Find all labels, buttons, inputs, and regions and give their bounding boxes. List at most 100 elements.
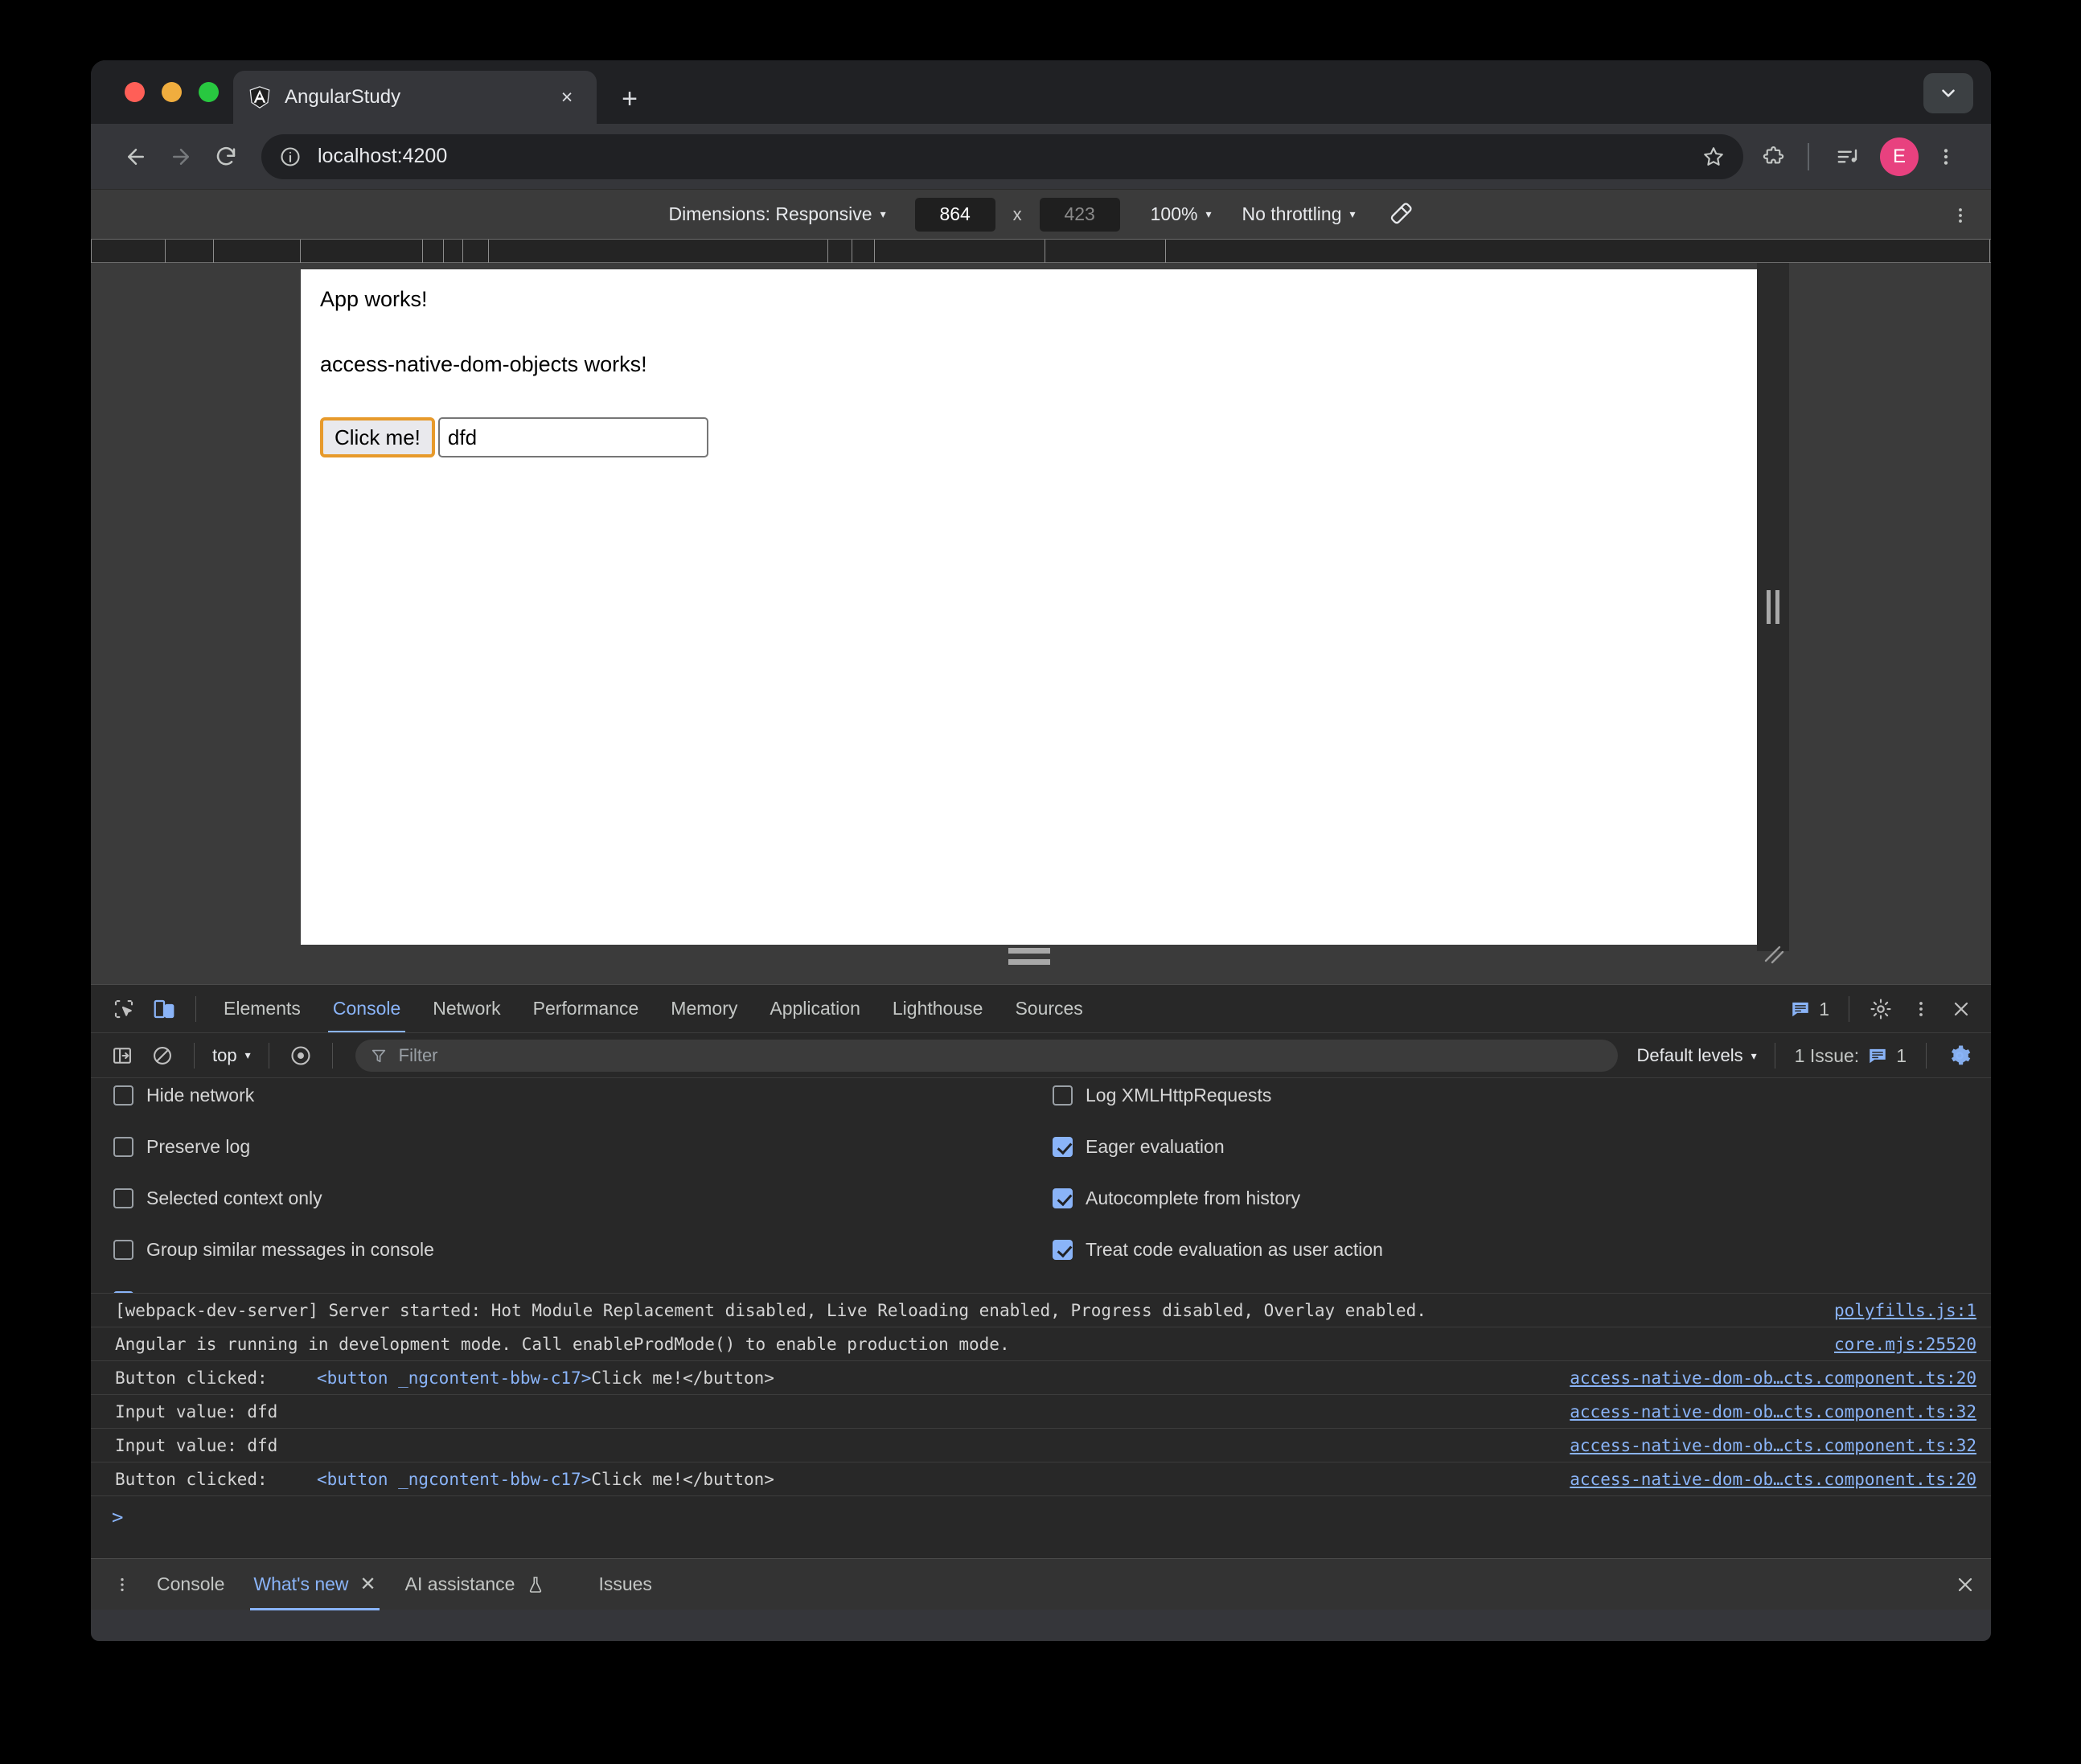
drawer-tab-issues[interactable]: Issues bbox=[584, 1559, 666, 1610]
setting-autocomplete-from-history[interactable]: Autocomplete from history bbox=[1053, 1188, 1300, 1209]
page-info-icon[interactable] bbox=[273, 139, 308, 174]
console-message[interactable]: Button clicked: <button _ngcontent-bbw-c… bbox=[91, 1462, 1991, 1496]
window-maximize-button[interactable] bbox=[199, 82, 219, 102]
console-message-list[interactable]: [webpack-dev-server] Server started: Hot… bbox=[91, 1293, 1991, 1558]
device-preset-dropdown[interactable]: Dimensions: Responsive ▾ bbox=[668, 203, 885, 225]
tab-memory[interactable]: Memory bbox=[655, 985, 753, 1033]
drawer-close-button[interactable] bbox=[1954, 1559, 1976, 1610]
tab-console[interactable]: Console bbox=[317, 985, 417, 1033]
forward-arrow-icon[interactable] bbox=[158, 134, 203, 179]
bookmark-star-icon[interactable] bbox=[1692, 135, 1735, 178]
rotate-device-icon[interactable] bbox=[1386, 201, 1414, 228]
close-icon[interactable] bbox=[1941, 989, 1981, 1029]
drawer-three-dot-menu-icon[interactable] bbox=[102, 1565, 142, 1605]
tab-application[interactable]: Application bbox=[753, 985, 876, 1033]
message-body: Input value: dfd bbox=[115, 1436, 277, 1455]
media-playlist-icon[interactable] bbox=[1825, 134, 1870, 179]
checkbox[interactable] bbox=[113, 1240, 133, 1260]
browser-window: AngularStudy × + localho bbox=[91, 60, 1991, 1641]
console-message[interactable]: Button clicked: <button _ngcontent-bbw-c… bbox=[91, 1361, 1991, 1395]
drawer-tab-label: What's new bbox=[253, 1573, 348, 1595]
console-prompt[interactable]: > bbox=[91, 1496, 1991, 1538]
console-filter-input[interactable]: Filter bbox=[355, 1040, 1618, 1072]
issues-count: 1 bbox=[1819, 999, 1829, 1020]
toolbar-divider bbox=[194, 1043, 195, 1069]
checkbox[interactable] bbox=[1053, 1188, 1073, 1208]
live-expression-icon[interactable] bbox=[281, 1036, 321, 1076]
device-toolbar-icon[interactable] bbox=[144, 989, 184, 1029]
setting-eager-evaluation[interactable]: Eager evaluation bbox=[1053, 1136, 1225, 1158]
tab-performance[interactable]: Performance bbox=[517, 985, 655, 1033]
viewport-width-input[interactable]: 864 bbox=[915, 198, 995, 232]
viewport-height-resize-handle[interactable] bbox=[301, 945, 1757, 967]
window-close-button[interactable] bbox=[125, 82, 145, 102]
checkbox[interactable] bbox=[113, 1085, 133, 1106]
viewport-height-input[interactable]: 423 bbox=[1040, 198, 1120, 232]
setting-label: Eager evaluation bbox=[1086, 1136, 1225, 1158]
issues-counter[interactable]: 1 bbox=[1782, 999, 1837, 1020]
setting-treat-code-evaluation[interactable]: Treat code evaluation as user action bbox=[1053, 1239, 1383, 1261]
console-message-source[interactable]: polyfills.js:1 bbox=[1834, 1301, 1976, 1320]
avatar[interactable]: E bbox=[1880, 137, 1919, 176]
gear-icon[interactable] bbox=[1861, 989, 1901, 1029]
show-console-sidebar-icon[interactable] bbox=[102, 1036, 142, 1076]
viewport-width-resize-handle[interactable] bbox=[1757, 263, 1789, 951]
new-tab-button[interactable]: + bbox=[612, 81, 647, 117]
console-message-source[interactable]: access-native-dom-ob…cts.component.ts:32 bbox=[1570, 1402, 1976, 1421]
drawer-tab-console[interactable]: Console bbox=[142, 1559, 239, 1610]
setting-selected-context-only[interactable]: Selected context only bbox=[113, 1188, 322, 1209]
three-dot-menu-icon[interactable] bbox=[1901, 989, 1941, 1029]
console-message-source[interactable]: core.mjs:25520 bbox=[1834, 1335, 1976, 1354]
drawer-tab-ai-assistance[interactable]: AI assistance bbox=[391, 1559, 560, 1610]
text-input[interactable]: dfd bbox=[438, 417, 708, 457]
browser-toolbar: localhost:4200 E bbox=[91, 124, 1991, 189]
tab-search-chevron-down-icon[interactable] bbox=[1923, 73, 1973, 113]
checkbox[interactable] bbox=[1053, 1137, 1073, 1157]
log-levels-dropdown[interactable]: Default levels ▾ bbox=[1631, 1045, 1763, 1066]
viewport-corner-resize-handle[interactable] bbox=[1757, 945, 1789, 967]
execution-context-dropdown[interactable]: top ▾ bbox=[206, 1045, 257, 1066]
browser-tab[interactable]: AngularStudy × bbox=[233, 71, 597, 124]
console-message-source[interactable]: access-native-dom-ob…cts.component.ts:32 bbox=[1570, 1436, 1976, 1455]
console-message[interactable]: Input value: dfd access-native-dom-ob…ct… bbox=[91, 1429, 1991, 1462]
setting-group-similar-messages[interactable]: Group similar messages in console bbox=[113, 1239, 434, 1261]
setting-preserve-log[interactable]: Preserve log bbox=[113, 1136, 250, 1158]
setting-log-xmlhttprequests[interactable]: Log XMLHttpRequests bbox=[1053, 1085, 1271, 1106]
tab-sources[interactable]: Sources bbox=[999, 985, 1098, 1033]
checkbox[interactable] bbox=[113, 1137, 133, 1157]
chevron-down-icon: ▾ bbox=[880, 207, 886, 221]
extensions-puzzle-icon[interactable] bbox=[1751, 134, 1796, 179]
close-icon[interactable]: × bbox=[552, 82, 582, 113]
close-icon[interactable]: ✕ bbox=[360, 1575, 376, 1594]
clear-console-icon[interactable] bbox=[142, 1036, 183, 1076]
drawer-tab-whats-new[interactable]: What's new ✕ bbox=[239, 1559, 390, 1610]
setting-hide-network[interactable]: Hide network bbox=[113, 1085, 254, 1106]
flask-icon bbox=[526, 1575, 545, 1594]
console-message-source[interactable]: access-native-dom-ob…cts.component.ts:20 bbox=[1570, 1368, 1976, 1388]
checkbox[interactable] bbox=[1053, 1085, 1073, 1106]
checkbox[interactable] bbox=[1053, 1240, 1073, 1260]
window-minimize-button[interactable] bbox=[162, 82, 182, 102]
tab-network[interactable]: Network bbox=[417, 985, 516, 1033]
viewport-ruler[interactable] bbox=[91, 239, 1991, 263]
tab-lighthouse[interactable]: Lighthouse bbox=[876, 985, 999, 1033]
console-message[interactable]: [webpack-dev-server] Server started: Hot… bbox=[91, 1294, 1991, 1327]
issues-link[interactable]: 1 Issue: 1 bbox=[1787, 1045, 1915, 1067]
inspect-element-icon[interactable] bbox=[104, 989, 144, 1029]
reload-icon[interactable] bbox=[203, 134, 248, 179]
device-toolbar-three-dot-menu-icon[interactable] bbox=[1944, 199, 1976, 232]
throttling-dropdown[interactable]: No throttling ▾ bbox=[1242, 203, 1355, 225]
zoom-dropdown[interactable]: 100% ▾ bbox=[1151, 203, 1212, 225]
three-dot-menu-icon[interactable] bbox=[1923, 134, 1968, 179]
tab-elements[interactable]: Elements bbox=[207, 985, 317, 1033]
address-bar[interactable]: localhost:4200 bbox=[261, 134, 1743, 179]
device-preset-label: Dimensions: Responsive bbox=[668, 203, 872, 225]
click-me-button[interactable]: Click me! bbox=[320, 417, 435, 457]
chevron-down-icon: ▾ bbox=[1350, 207, 1356, 221]
console-message[interactable]: Input value: dfd access-native-dom-ob…ct… bbox=[91, 1395, 1991, 1429]
console-message-source[interactable]: access-native-dom-ob…cts.component.ts:20 bbox=[1570, 1470, 1976, 1489]
checkbox[interactable] bbox=[113, 1188, 133, 1208]
back-arrow-icon[interactable] bbox=[113, 134, 158, 179]
console-settings-gear-icon[interactable] bbox=[1938, 1044, 1981, 1068]
console-message[interactable]: Angular is running in development mode. … bbox=[91, 1327, 1991, 1361]
